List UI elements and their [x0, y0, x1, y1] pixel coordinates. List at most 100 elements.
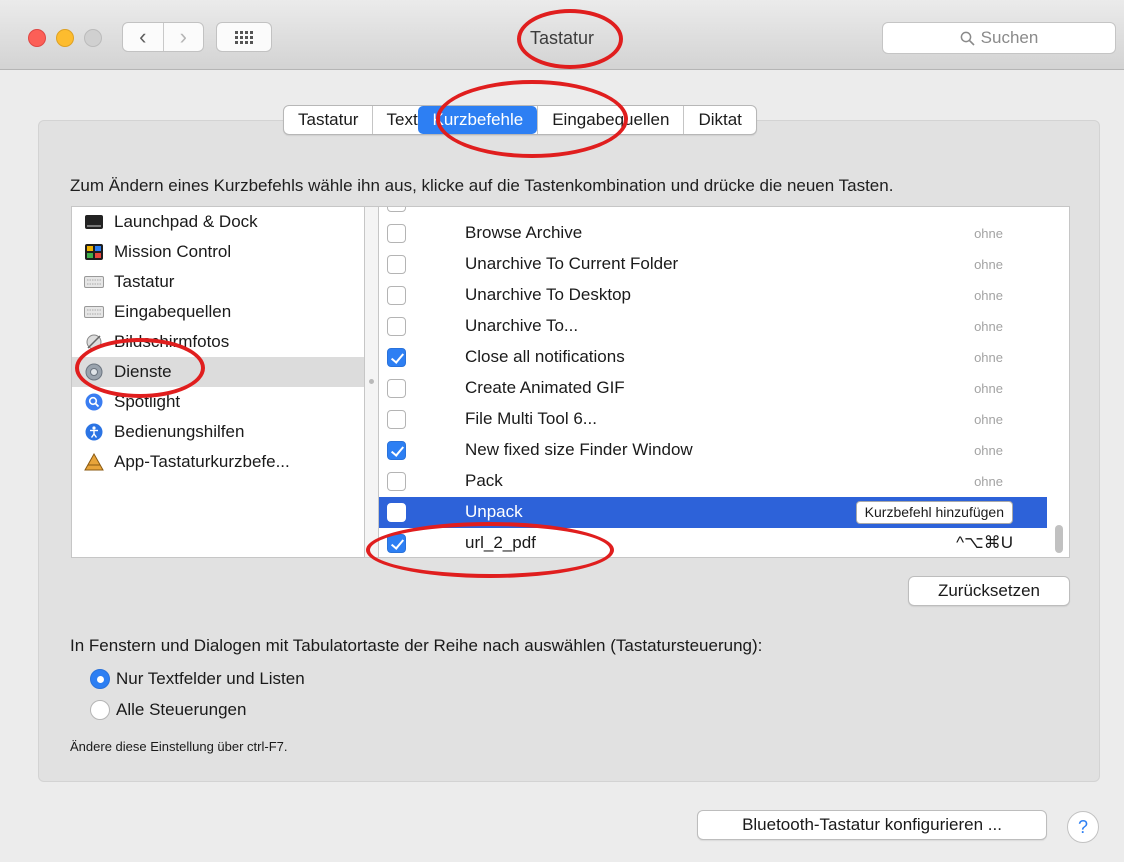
shortcut-row-partial — [379, 207, 1047, 218]
tab-tastatur[interactable]: Tastatur — [284, 106, 372, 134]
shortcut-checkbox[interactable] — [387, 410, 406, 429]
shortcut-checkbox[interactable] — [387, 534, 406, 553]
shortcut-key[interactable]: ohne — [974, 288, 1003, 303]
category-spotlight[interactable]: Spotlight — [72, 387, 364, 417]
title-bar: ‹ › Tastatur Suchen — [0, 0, 1124, 70]
chevron-right-icon: › — [179, 24, 187, 49]
shortcut-label: url_2_pdf — [465, 533, 536, 552]
shortcut-key[interactable]: ohne — [974, 226, 1003, 241]
shortcut-checkbox[interactable] — [387, 317, 406, 336]
tab-eingabequellen[interactable]: Eingabequellen — [537, 106, 683, 134]
tab-bar: Tastatur Text Kurzbefehle Eingabequellen… — [283, 105, 757, 135]
shortcut-list: Browse Archive ohne Unarchive To Current… — [378, 206, 1070, 558]
window-title: Tastatur — [529, 28, 595, 48]
instruction-text: Zum Ändern eines Kurzbefehls wähle ihn a… — [70, 176, 894, 195]
category-label: Eingabequellen — [114, 302, 232, 321]
keyboard-icon — [84, 302, 104, 322]
tab-diktat[interactable]: Diktat — [683, 106, 755, 134]
shortcut-row-selected[interactable]: Unpack Kurzbefehl hinzufügen — [379, 497, 1047, 528]
split-view-divider[interactable] — [365, 206, 378, 558]
shortcut-key[interactable]: ohne — [974, 412, 1003, 427]
category-list: Launchpad & Dock Mission Control Tastatu… — [71, 206, 365, 558]
shortcut-row[interactable]: Unarchive To Current Folder ohne — [379, 249, 1047, 280]
category-tastatur[interactable]: Tastatur — [72, 267, 364, 297]
shortcut-key[interactable]: ^⌥⌘U — [956, 533, 1013, 553]
shortcut-checkbox[interactable] — [387, 441, 406, 460]
shortcut-row[interactable]: Create Animated GIF ohne — [379, 373, 1047, 404]
shortcut-label: Unarchive To Desktop — [465, 285, 631, 304]
shortcut-checkbox[interactable] — [387, 255, 406, 274]
add-shortcut-button[interactable]: Kurzbefehl hinzufügen — [855, 501, 1013, 524]
category-label: Spotlight — [114, 392, 181, 411]
shortcut-row[interactable]: Close all notifications ohne — [379, 342, 1047, 373]
shortcut-row[interactable]: Browse Archive ohne — [379, 218, 1047, 249]
shortcut-checkbox[interactable] — [387, 379, 406, 398]
shortcut-row[interactable]: New fixed size Finder Window ohne — [379, 435, 1047, 466]
minimize-button[interactable] — [56, 29, 74, 47]
tab-kurzbefehle[interactable]: Kurzbefehle — [418, 106, 538, 134]
radio-label: Nur Textfelder und Listen — [116, 669, 305, 688]
category-bildschirmfotos[interactable]: Bildschirmfotos — [72, 327, 364, 357]
keyboard-navigation-label: In Fenstern und Dialogen mit Tabulatorta… — [70, 636, 763, 655]
shortcut-key[interactable]: ohne — [974, 257, 1003, 272]
category-app-shortcuts[interactable]: App-Tastaturkurzbefe... — [72, 447, 364, 477]
accessibility-icon — [84, 422, 104, 442]
shortcut-key[interactable]: ohne — [974, 381, 1003, 396]
category-label: Dienste — [114, 362, 172, 381]
search-placeholder: Suchen — [980, 28, 1039, 47]
scrollbar-thumb[interactable] — [1055, 525, 1063, 553]
shortcut-label: Close all notifications — [465, 347, 625, 366]
category-label: Mission Control — [114, 242, 232, 261]
radio-text-fields-and-lists[interactable]: Nur Textfelder und Listen — [90, 669, 305, 689]
shortcut-row[interactable]: File Multi Tool 6... ohne — [379, 404, 1047, 435]
radio-label: Alle Steuerungen — [116, 700, 247, 719]
radio-selected-icon — [90, 669, 110, 689]
category-label: Tastatur — [114, 272, 175, 291]
category-bedienungshilfen[interactable]: Bedienungshilfen — [72, 417, 364, 447]
chevron-left-icon: ‹ — [139, 24, 147, 49]
shortcut-key[interactable]: ohne — [974, 319, 1003, 334]
shortcut-checkbox[interactable] — [387, 348, 406, 367]
radio-unselected-icon — [90, 700, 110, 720]
category-label: Bedienungshilfen — [114, 422, 245, 441]
shortcut-checkbox[interactable] — [387, 286, 406, 305]
navigation-buttons: ‹ › — [122, 22, 204, 52]
category-label: Launchpad & Dock — [114, 212, 258, 231]
show-all-button[interactable] — [216, 22, 272, 52]
category-launchpad-dock[interactable]: Launchpad & Dock — [72, 207, 364, 237]
grid-icon — [235, 30, 253, 44]
close-button[interactable] — [28, 29, 46, 47]
shortcut-checkbox[interactable] — [387, 472, 406, 491]
shortcut-label: Browse Archive — [465, 223, 583, 242]
keyboard-navigation-hint: Ändere diese Einstellung über ctrl-F7. — [70, 739, 288, 754]
shortcut-key[interactable]: ohne — [974, 443, 1003, 458]
shortcut-checkbox[interactable] — [387, 224, 406, 243]
shortcut-key[interactable]: ohne — [974, 350, 1003, 365]
search-field[interactable]: Suchen — [882, 22, 1116, 54]
shortcut-key[interactable]: ohne — [974, 474, 1003, 489]
screenshot-icon — [84, 332, 104, 352]
category-eingabequellen[interactable]: Eingabequellen — [72, 297, 364, 327]
back-button[interactable]: ‹ — [123, 23, 163, 51]
forward-button[interactable]: › — [162, 23, 204, 51]
category-mission-control[interactable]: Mission Control — [72, 237, 364, 267]
drag-handle-icon — [369, 379, 374, 384]
category-label: App-Tastaturkurzbefe... — [114, 452, 290, 471]
shortcut-row[interactable]: Unarchive To Desktop ohne — [379, 280, 1047, 311]
reset-button[interactable]: Zurücksetzen — [908, 576, 1070, 606]
shortcut-label: Unpack — [465, 502, 523, 521]
mission-control-icon — [84, 242, 104, 262]
help-button[interactable]: ? — [1067, 811, 1099, 843]
shortcut-row[interactable]: Unarchive To... ohne — [379, 311, 1047, 342]
category-dienste[interactable]: Dienste — [72, 357, 364, 387]
tab-text[interactable]: Text — [372, 106, 418, 134]
zoom-button[interactable] — [84, 29, 102, 47]
shortcut-checkbox[interactable] — [387, 503, 406, 522]
shortcut-label: New fixed size Finder Window — [465, 440, 693, 459]
shortcut-row[interactable]: url_2_pdf ^⌥⌘U — [379, 528, 1047, 557]
configure-bluetooth-keyboard-button[interactable]: Bluetooth-Tastatur konfigurieren ... — [697, 810, 1047, 840]
radio-all-controls[interactable]: Alle Steuerungen — [90, 700, 246, 720]
shortcut-row[interactable]: Pack ohne — [379, 466, 1047, 497]
shortcut-checkbox[interactable] — [387, 207, 406, 212]
shortcut-label: Unarchive To Current Folder — [465, 254, 679, 273]
